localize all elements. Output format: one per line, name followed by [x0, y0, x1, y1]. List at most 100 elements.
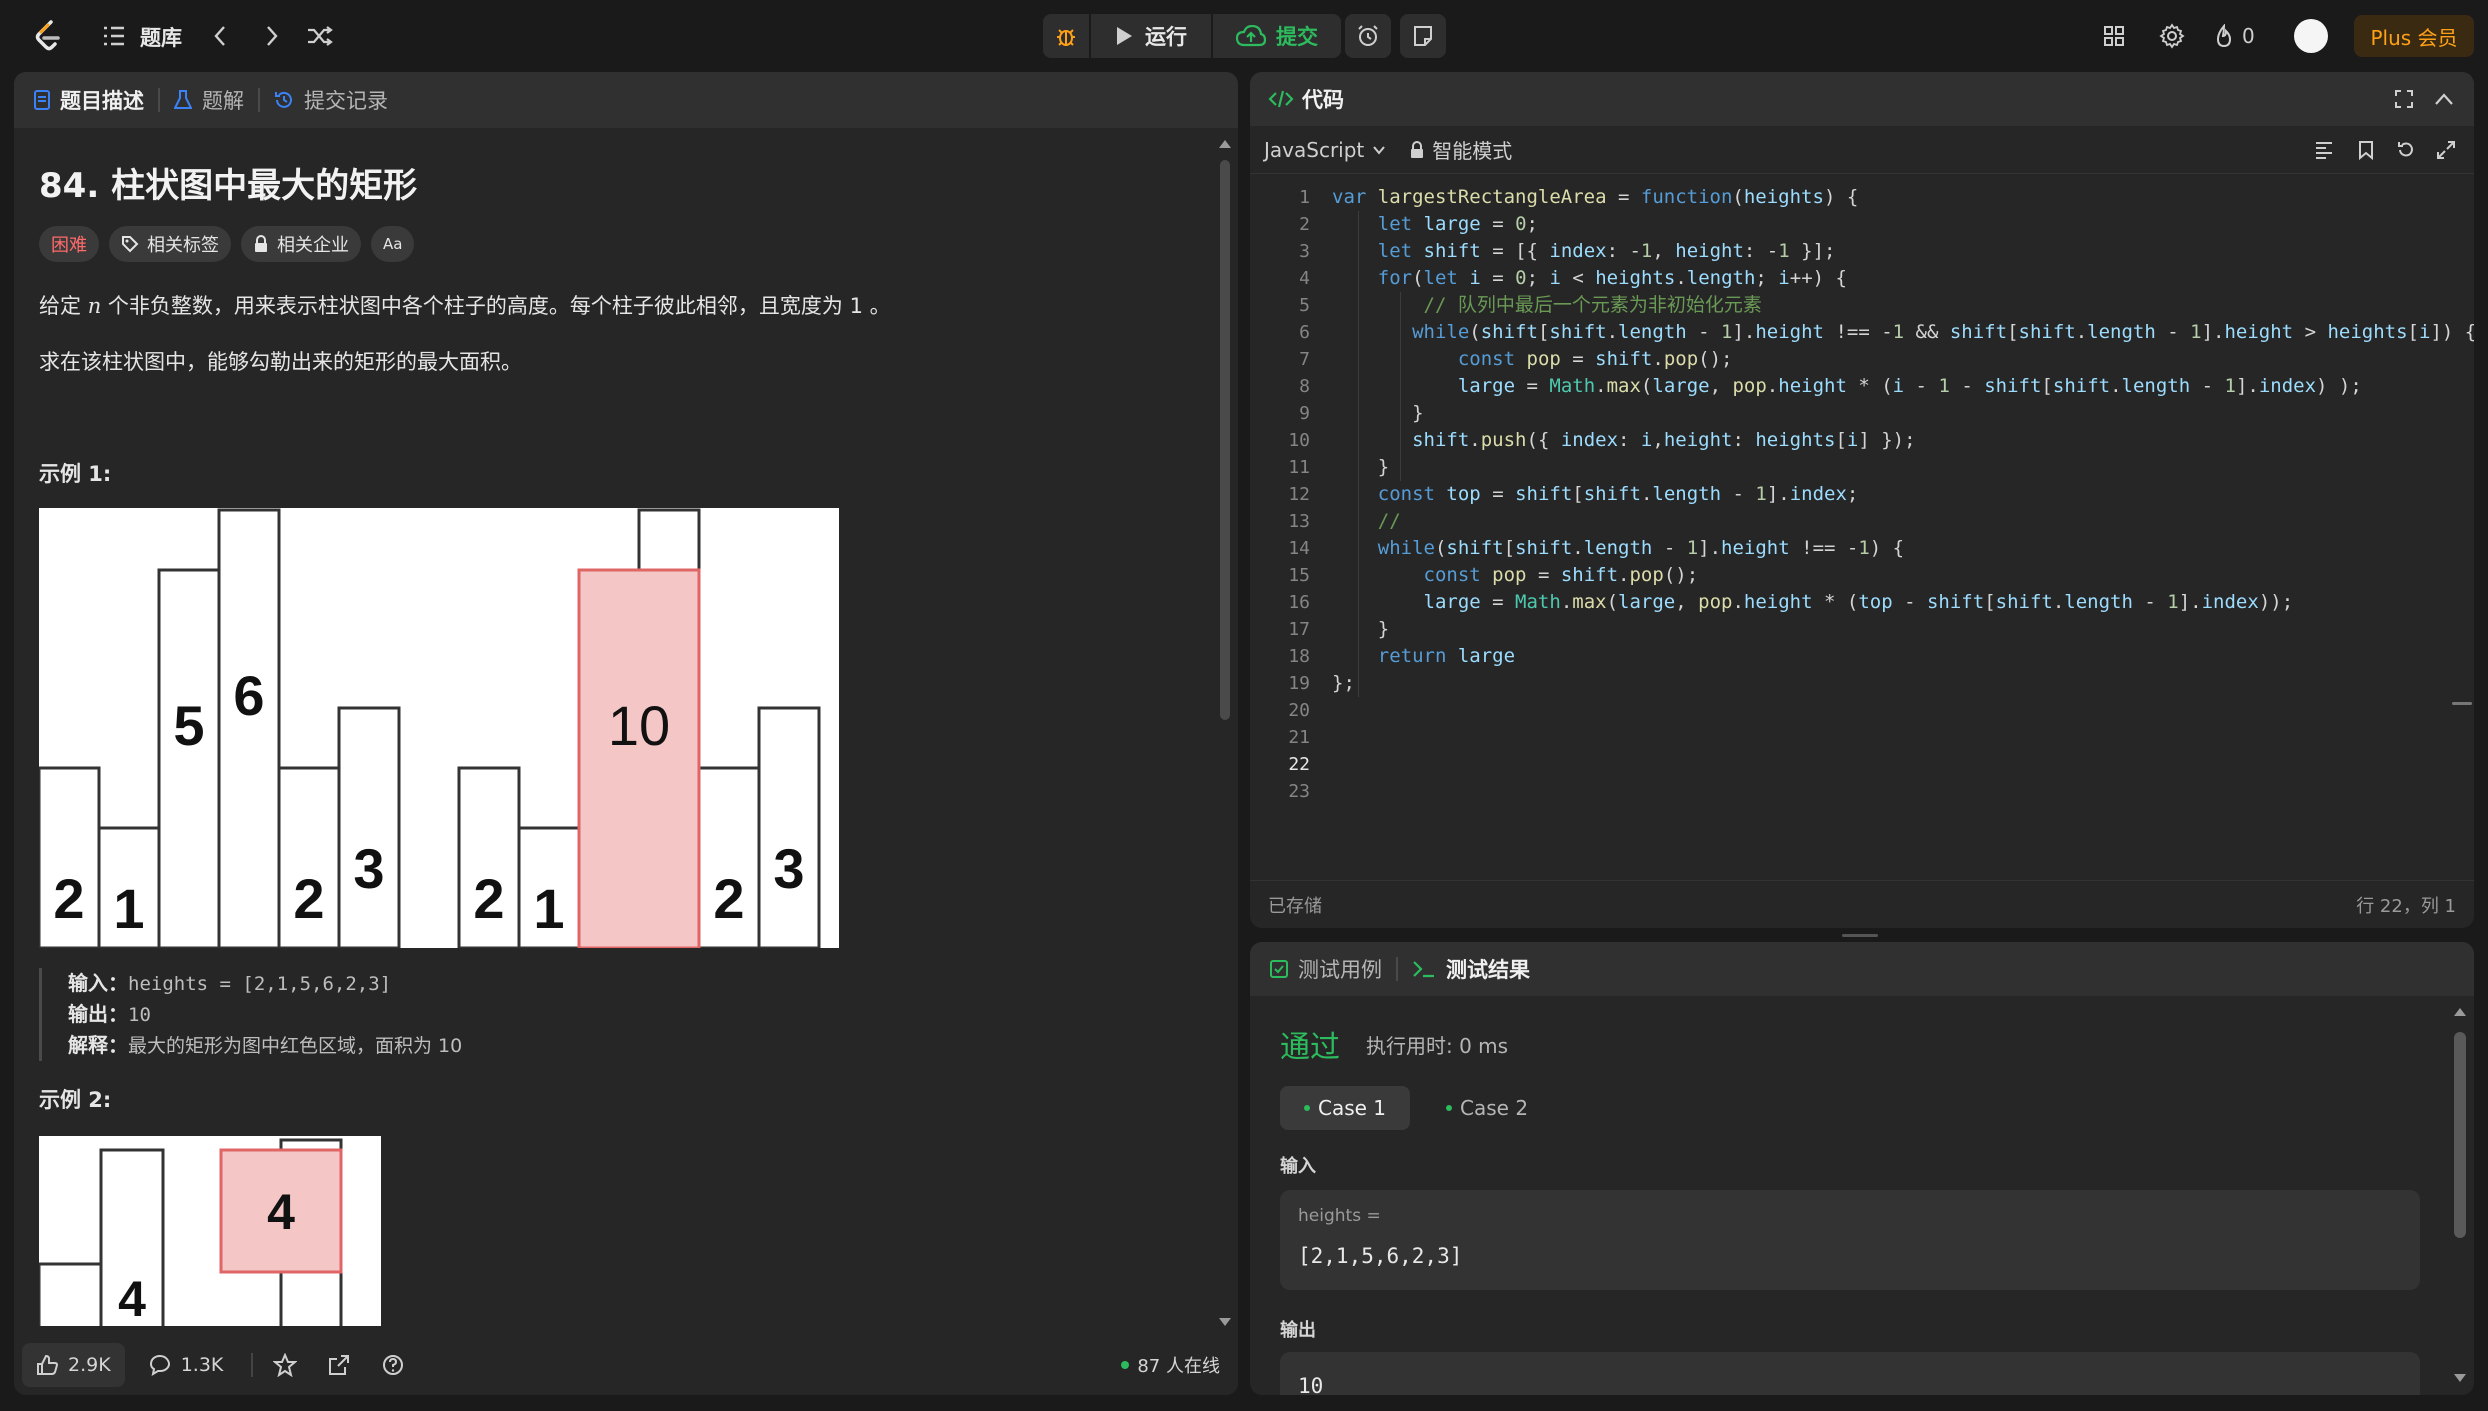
scroll-up-icon[interactable] — [1217, 138, 1233, 150]
line-number: 11 — [1288, 457, 1310, 478]
code-line[interactable]: large = Math.max(large, pop.height * (i … — [1332, 373, 2362, 400]
expand-icon[interactable] — [2436, 140, 2456, 160]
run-button[interactable]: 运行 — [1091, 14, 1211, 58]
editor-status-bar: 已存储 行 22，列 1 — [1250, 880, 2474, 928]
list-icon[interactable] — [100, 22, 128, 50]
like-button[interactable]: 2.9K — [22, 1343, 125, 1387]
fig2-label: 4 — [267, 1184, 295, 1240]
code-line[interactable]: for(let i = 0; i < heights.length; i++) … — [1332, 265, 1847, 292]
prev-problem-icon[interactable] — [206, 22, 234, 50]
language-select[interactable]: JavaScript — [1264, 138, 1386, 162]
code-line[interactable]: const top = shift[shift.length - 1].inde… — [1332, 481, 1859, 508]
top-nav: 题库 运行 提交 0 Plus 会员 — [0, 0, 2488, 72]
description-scrollbar[interactable] — [1220, 160, 1230, 720]
logo-icon[interactable] — [30, 18, 66, 54]
code-line[interactable]: } — [1332, 616, 1389, 643]
shuffle-icon[interactable] — [304, 22, 336, 50]
example-1-output: 输出：10 — [68, 999, 462, 1030]
smart-mode[interactable]: 智能模式 — [1410, 135, 1512, 164]
fig1-label: 5 — [173, 694, 204, 757]
collapse-icon[interactable] — [2434, 92, 2454, 106]
problem-bank-link[interactable]: 题库 — [140, 22, 182, 52]
tab-testcases[interactable]: 测试用例 — [1270, 942, 1382, 996]
line-number: 21 — [1288, 727, 1310, 748]
format-icon[interactable] — [2314, 141, 2334, 159]
code-line[interactable]: var largestRectangleArea = function(heig… — [1332, 184, 1858, 211]
code-line[interactable]: while(shift[shift.length - 1].height !==… — [1332, 535, 1904, 562]
related-companies-button[interactable]: 相关企业 — [241, 226, 361, 262]
lock-icon — [255, 235, 267, 252]
fullscreen-icon[interactable] — [2394, 89, 2414, 109]
line-number: 20 — [1288, 700, 1310, 721]
code-line[interactable]: // — [1332, 508, 1401, 535]
code-line[interactable]: } — [1332, 454, 1389, 481]
avatar[interactable] — [2294, 19, 2328, 53]
translate-button[interactable]: Aa — [371, 226, 415, 262]
case-tabs: Case 1 Case 2 — [1280, 1086, 1552, 1130]
code-editor[interactable]: 1 var largestRectangleArea = function(hei… — [1250, 184, 2474, 874]
input-label: 输入： — [68, 971, 128, 995]
code-line[interactable]: return large — [1332, 643, 1515, 670]
tab-solutions-label: 题解 — [202, 89, 244, 113]
submit-label: 提交 — [1276, 25, 1318, 49]
tab-solutions[interactable]: 题解 — [174, 72, 244, 128]
case-2-tab[interactable]: Case 2 — [1422, 1086, 1552, 1130]
debug-button[interactable] — [1043, 14, 1089, 58]
fig1-label: 3 — [773, 837, 804, 900]
line-number: 15 — [1288, 565, 1310, 586]
output-value: 10 — [128, 1004, 151, 1026]
line-number: 6 — [1299, 322, 1310, 343]
related-tags-button[interactable]: 相关标签 — [109, 226, 231, 262]
tab-description-label: 题目描述 — [60, 89, 144, 113]
tab-description[interactable]: 题目描述 — [34, 72, 144, 128]
code-line[interactable]: while(shift[shift.length - 1].height !==… — [1332, 319, 2474, 346]
help-icon[interactable] — [381, 1353, 405, 1377]
output-label: 输出： — [68, 1002, 128, 1026]
bookmark-icon[interactable] — [2358, 140, 2374, 160]
tab-submissions[interactable]: 提交记录 — [274, 72, 388, 128]
streak-counter[interactable]: 0 — [2214, 20, 2255, 52]
panel-resize-handle[interactable] — [1842, 934, 1878, 937]
code-line[interactable]: }; — [1332, 670, 1355, 697]
code-line[interactable]: } — [1332, 400, 1423, 427]
plus-member-button[interactable]: Plus 会员 — [2354, 15, 2474, 57]
fig1-label: 2 — [713, 867, 744, 930]
code-line[interactable]: let large = 0; — [1332, 211, 1538, 238]
comment-count: 1.3K — [180, 1354, 224, 1376]
timer-button[interactable] — [1345, 14, 1391, 58]
settings-icon[interactable] — [2156, 20, 2188, 52]
code-line[interactable]: large = Math.max(large, pop.height * (to… — [1332, 589, 2294, 616]
difficulty-label: 困难 — [51, 235, 87, 256]
case-1-tab[interactable]: Case 1 — [1280, 1086, 1411, 1130]
fig1-label: 1 — [113, 877, 144, 940]
comment-button[interactable]: 1.3K — [141, 1343, 232, 1387]
editor-scrollbar[interactable] — [2452, 702, 2472, 705]
scroll-up-icon[interactable] — [2452, 1006, 2468, 1018]
tab-test-result[interactable]: 测试结果 — [1412, 942, 1530, 996]
layout-icon[interactable] — [2098, 20, 2130, 52]
scroll-down-icon[interactable] — [1217, 1316, 1233, 1328]
line-number: 1 — [1299, 187, 1310, 208]
star-icon[interactable] — [273, 1353, 298, 1377]
plus-label: Plus 会员 — [2370, 25, 2458, 50]
reset-icon[interactable] — [2396, 140, 2416, 160]
saved-status: 已存储 — [1268, 895, 1322, 917]
code-line[interactable]: const pop = shift.pop(); — [1332, 562, 1699, 589]
run-label: 运行 — [1145, 25, 1187, 49]
line-number: 23 — [1288, 781, 1310, 802]
input-variable-value: [2,1,5,6,2,3] — [1298, 1244, 1463, 1268]
mode-label: 智能模式 — [1432, 139, 1513, 163]
scroll-down-icon[interactable] — [2452, 1372, 2468, 1384]
share-icon[interactable] — [327, 1353, 351, 1377]
case-2-label: Case 2 — [1460, 1096, 1529, 1120]
result-scrollbar[interactable] — [2454, 1032, 2466, 1238]
next-problem-icon[interactable] — [258, 22, 286, 50]
code-line[interactable]: let shift = [{ index: -1, height: -1 }]; — [1332, 238, 1836, 265]
code-line[interactable]: shift.push({ index: i,height: heights[i]… — [1332, 427, 1915, 454]
like-count: 2.9K — [68, 1354, 111, 1376]
code-line[interactable]: // 队列中最后一个元素为非初始化元素 — [1332, 292, 1762, 319]
code-line[interactable]: const pop = shift.pop(); — [1332, 346, 1733, 373]
submit-button[interactable]: 提交 — [1213, 14, 1341, 58]
line-number: 19 — [1288, 673, 1310, 694]
notes-button[interactable] — [1400, 14, 1446, 58]
